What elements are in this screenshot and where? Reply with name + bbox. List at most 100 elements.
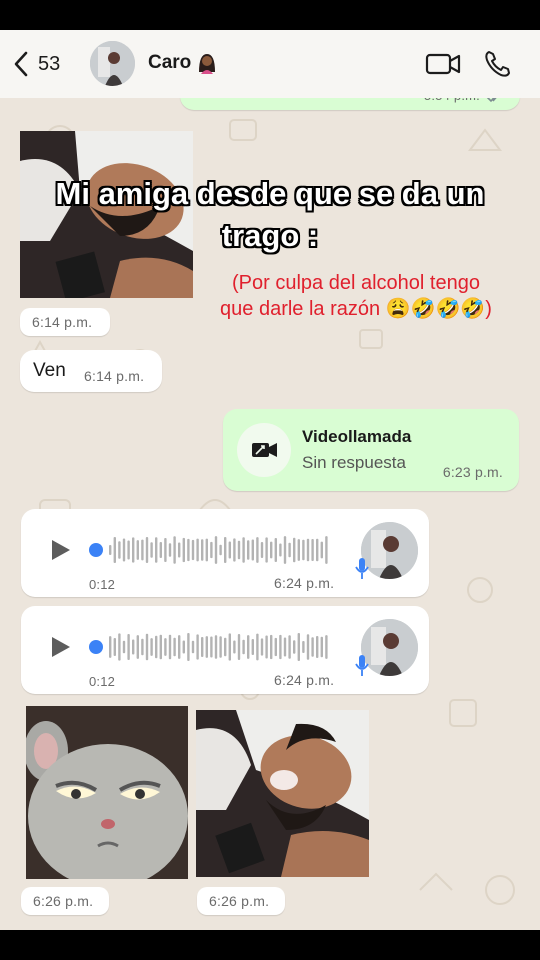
- chat-header: 53 Caro: [0, 30, 540, 98]
- waveform-bar: [242, 639, 245, 655]
- image-message-laughing-man-2[interactable]: [196, 710, 369, 877]
- playback-position-dot: [89, 640, 103, 654]
- waveform-bar: [242, 537, 245, 563]
- waveform-bar: [237, 540, 241, 560]
- play-icon[interactable]: [49, 635, 73, 659]
- waveform-bar: [113, 638, 116, 656]
- waveform-bar: [159, 634, 162, 660]
- waveform-bar: [306, 634, 310, 660]
- waveform-bar: [164, 538, 167, 562]
- waveform-bar: [270, 541, 273, 559]
- waveform-bar: [118, 633, 121, 661]
- message-time: 6:14 p.m.: [32, 314, 93, 330]
- back-chevron-icon: [14, 51, 28, 77]
- message-time: 6:24 p.m.: [274, 672, 335, 688]
- waveform-bar: [141, 539, 144, 561]
- waveform-bar: [109, 636, 112, 658]
- waveform-bar: [288, 542, 291, 558]
- waveform-bar: [182, 537, 185, 563]
- image1-timestamp: 6:14 p.m.: [20, 308, 110, 336]
- contact-name[interactable]: Caro: [148, 52, 217, 74]
- waveform-bar: [283, 637, 287, 657]
- waveform-bar: [109, 545, 112, 555]
- waveform-bar: [178, 542, 181, 558]
- waveform-bar: [302, 539, 305, 561]
- image3-timestamp: 6:26 p.m.: [197, 887, 285, 915]
- audio-duration: 0:12: [89, 577, 116, 592]
- waveform-bar: [187, 538, 190, 562]
- waveform-bar: [187, 633, 190, 661]
- waveform-bar: [136, 540, 139, 560]
- overlay-caption-line2: trago :: [221, 218, 319, 253]
- image-message-grumpy-bunny[interactable]: [26, 706, 188, 879]
- waveform-bar: [306, 538, 310, 562]
- waveform-bar: [251, 539, 254, 561]
- message-time: 6:26 p.m.: [33, 893, 94, 909]
- waveform-bar: [127, 540, 130, 560]
- waveform-bar: [302, 640, 305, 654]
- waveform-bar: [233, 640, 236, 654]
- waveform-bar: [214, 635, 218, 659]
- waveform-bar: [191, 539, 195, 561]
- waveform-bar: [136, 635, 139, 659]
- contact-avatar[interactable]: [90, 41, 135, 86]
- phone-icon[interactable]: [483, 49, 513, 79]
- waveform-bar: [247, 540, 250, 560]
- waveform-bar: [274, 538, 277, 562]
- waveform-bar: [150, 542, 153, 558]
- waveform-bar: [320, 541, 323, 559]
- waveform-bar: [237, 634, 241, 660]
- image2-timestamp: 6:26 p.m.: [21, 887, 109, 915]
- play-icon[interactable]: [49, 538, 73, 562]
- missed-videocall-message[interactable]: Videollamada Sin respuesta 6:23 p.m.: [223, 409, 519, 491]
- back-button[interactable]: 53: [12, 48, 60, 80]
- video-camera-icon: [252, 443, 277, 457]
- waveform-bar: [270, 634, 273, 660]
- waveform-bar: [228, 541, 231, 559]
- waveform-bar: [233, 538, 236, 562]
- waveform-bar: [118, 541, 121, 559]
- unread-count: 53: [38, 52, 61, 75]
- waveform-bar: [164, 638, 167, 656]
- videocall-title: Videollamada: [302, 427, 412, 446]
- image-content: [26, 706, 188, 879]
- waveform-bar: [127, 634, 130, 660]
- waveform-bar: [182, 640, 185, 654]
- audio-waveform[interactable]: [87, 530, 337, 570]
- message-text: Ven: [33, 360, 66, 381]
- waveform-bar: [122, 538, 126, 562]
- waveform-bar: [155, 537, 158, 563]
- waveform-bar: [279, 543, 282, 557]
- sender-avatar: [361, 522, 418, 579]
- waveform-bar: [297, 539, 300, 561]
- waveform-bar: [159, 541, 162, 559]
- waveform-bar: [316, 538, 319, 562]
- overlay-subcaption-line2: que darle la razón 😩🤣🤣🤣): [220, 298, 492, 320]
- waveform-bar: [219, 544, 222, 556]
- microphone-icon: [355, 558, 369, 579]
- sender-avatar: [361, 619, 418, 676]
- waveform-bar: [150, 638, 153, 656]
- waveform-bars: [109, 633, 328, 661]
- voice-message-2[interactable]: 0:12 6:24 p.m.: [21, 606, 429, 694]
- waveform-bar: [196, 538, 199, 562]
- chat-screen: 53 Caro 5:54 p.m.: [0, 30, 540, 930]
- waveform-bar: [205, 636, 208, 658]
- waveform-bar: [288, 635, 291, 659]
- videocall-status: Sin respuesta: [302, 453, 406, 472]
- waveform-bar: [274, 637, 277, 657]
- voice-message-1[interactable]: 0:12 6:24 p.m.: [21, 509, 429, 597]
- waveform-bar: [279, 634, 282, 660]
- waveform-bar: [201, 539, 204, 561]
- text-message-ven[interactable]: Ven 6:14 p.m.: [20, 350, 162, 392]
- waveform-bar: [265, 635, 268, 659]
- video-call-icon[interactable]: [425, 50, 461, 78]
- waveform-bar: [219, 636, 222, 658]
- waveform-bar: [201, 637, 204, 657]
- overlay-subcaption-line1: (Por culpa del alcohol tengo: [232, 272, 480, 294]
- waveform-bar: [155, 635, 158, 659]
- audio-waveform[interactable]: [87, 627, 337, 667]
- waveform-bar: [311, 539, 314, 561]
- waveform-bar: [224, 637, 227, 657]
- contact-name-text: Caro: [148, 52, 192, 73]
